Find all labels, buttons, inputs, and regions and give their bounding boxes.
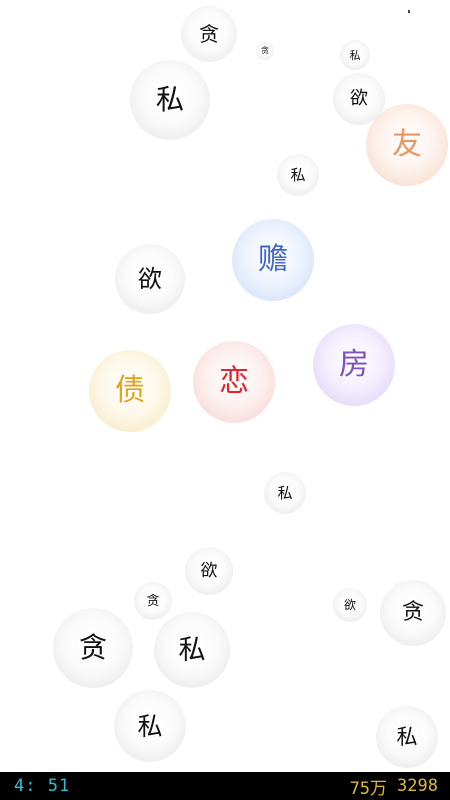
bubble-char: 欲 xyxy=(138,265,162,293)
bubble-char: 私 xyxy=(396,724,418,749)
bubble-char: 私 xyxy=(290,165,306,184)
countdown-timer: 4: 51 xyxy=(14,776,71,796)
bubble-si[interactable]: 私 xyxy=(277,154,319,196)
bubble-char: 欲 xyxy=(350,88,368,109)
player-stats: 75万 3298 xyxy=(350,774,438,799)
bubble-char: 贪 xyxy=(199,22,219,46)
bubble-fang-house[interactable]: 房 xyxy=(313,324,395,406)
money-display: 75万 xyxy=(349,778,388,799)
bubble-yu[interactable]: 欲 xyxy=(115,244,185,314)
bubble-char: 恋 xyxy=(219,364,249,399)
bubble-char: 债 xyxy=(115,373,145,408)
bubble-char: 贪 xyxy=(78,631,107,664)
bubble-char: 私 xyxy=(277,483,293,502)
bubble-si[interactable]: 私 xyxy=(130,60,210,140)
bubble-char: 私 xyxy=(349,48,361,62)
stray-dot xyxy=(408,10,410,13)
bubble-si[interactable]: 私 xyxy=(376,706,438,768)
bubble-si[interactable]: 私 xyxy=(264,472,306,514)
score-display: 3298 xyxy=(397,776,438,796)
bubble-char: 私 xyxy=(155,83,184,116)
bubble-tan[interactable]: 贪 xyxy=(256,42,274,60)
bubble-char: 赡 xyxy=(258,242,288,277)
bubble-char: 欲 xyxy=(343,598,356,612)
bubble-tan[interactable]: 贪 xyxy=(134,582,172,620)
bubble-lian-love[interactable]: 恋 xyxy=(193,341,275,423)
bubble-you-friend[interactable]: 友 xyxy=(366,104,448,186)
bubble-si[interactable]: 私 xyxy=(340,40,370,70)
bubble-si[interactable]: 私 xyxy=(114,690,186,762)
bubble-yu[interactable]: 欲 xyxy=(185,547,233,595)
bubble-char: 贪 xyxy=(401,600,424,625)
bubble-yu[interactable]: 欲 xyxy=(333,588,367,622)
bubble-char: 贪 xyxy=(261,46,269,55)
bubble-zhai-debt[interactable]: 债 xyxy=(89,350,171,432)
bubble-char: 欲 xyxy=(200,560,218,581)
bubble-char: 私 xyxy=(137,711,163,741)
status-bar: 4: 51 75万 3298 xyxy=(0,772,450,800)
bubble-char: 友 xyxy=(392,127,422,162)
bubble-shan-support[interactable]: 赡 xyxy=(232,219,314,301)
bubble-tan[interactable]: 贪 xyxy=(380,580,446,646)
bubble-char: 私 xyxy=(178,634,206,666)
bubble-tan[interactable]: 贪 xyxy=(181,6,237,62)
bubble-char: 贪 xyxy=(146,593,160,609)
bubble-char: 房 xyxy=(339,347,369,382)
bubble-tan[interactable]: 贪 xyxy=(53,608,133,688)
bubble-si[interactable]: 私 xyxy=(154,612,230,688)
game-field: 贪 贪 私 私 欲 友 私 赡 欲 房 恋 债 私 欲 贪 欲 贪 贪 私 私 … xyxy=(0,0,450,772)
